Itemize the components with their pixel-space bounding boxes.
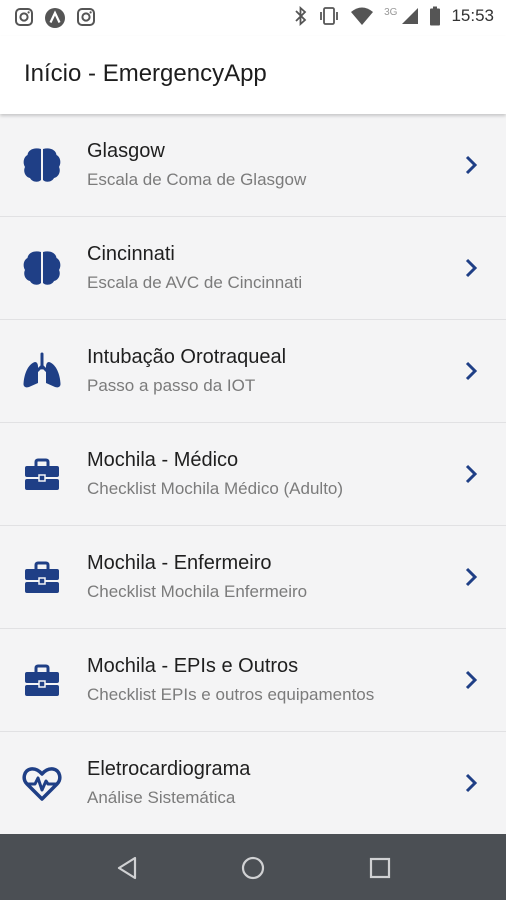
wifi-icon: [351, 7, 374, 25]
menu-item-title: Intubação Orotraqueal: [87, 346, 287, 368]
signal-icon: [402, 8, 419, 24]
menu-item-subtitle: Escala de Coma de Glasgow: [87, 170, 307, 189]
lungs-icon: [23, 352, 61, 388]
brain-icon: [23, 251, 61, 285]
chevron-right-icon: [465, 773, 478, 793]
menu-item-cincinnati[interactable]: Cincinnati Escala de AVC de Cincinnati: [0, 217, 506, 320]
menu-item-intubacao[interactable]: Intubação Orotraqueal Passo a passo da I…: [0, 320, 506, 423]
navigation-bar: [0, 834, 506, 900]
chevron-right-icon: [465, 464, 478, 484]
toolbox-icon: [25, 561, 59, 593]
menu-item-title: Cincinnati: [87, 243, 175, 265]
menu-item-mochila-enfermeiro[interactable]: Mochila - Enfermeiro Checklist Mochila E…: [0, 526, 506, 629]
chevron-right-icon: [465, 155, 478, 175]
bluetooth-icon: [295, 6, 307, 26]
menu-item-subtitle: Checklist Mochila Médico (Adulto): [87, 479, 344, 498]
heartbeat-icon: [22, 767, 62, 801]
network-type: 3G: [384, 6, 398, 18]
status-bar: 3G 15:53: [0, 0, 506, 36]
app-a-icon: [45, 8, 65, 28]
recents-icon[interactable]: [366, 854, 394, 882]
system-icons: 3G 15:53: [294, 6, 494, 26]
menu-item-title: Glasgow: [87, 140, 165, 162]
toolbox-icon: [25, 458, 59, 490]
home-icon[interactable]: [239, 854, 267, 882]
menu-item-glasgow[interactable]: Glasgow Escala de Coma de Glasgow: [0, 114, 506, 217]
notification-icons: [14, 7, 96, 29]
instagram-icon: [15, 8, 33, 26]
app-bar: Início - EmergencyApp: [0, 36, 506, 114]
menu-item-subtitle: Análise Sistemática: [87, 788, 236, 807]
menu-item-subtitle: Passo a passo da IOT: [87, 376, 256, 395]
vibrate-icon: [320, 7, 339, 25]
clock: 15:53: [451, 6, 494, 25]
page-title: Início - EmergencyApp: [24, 60, 267, 87]
menu-list: Glasgow Escala de Coma de Glasgow Cincin…: [0, 114, 506, 834]
battery-icon: [430, 6, 441, 26]
menu-item-mochila-epis[interactable]: Mochila - EPIs e Outros Checklist EPIs e…: [0, 629, 506, 732]
menu-item-title: Mochila - EPIs e Outros: [87, 655, 299, 677]
menu-item-eletrocardiograma[interactable]: Eletrocardiograma Análise Sistemática: [0, 732, 506, 834]
toolbox-icon: [25, 664, 59, 696]
chevron-right-icon: [465, 258, 478, 278]
menu-item-title: Mochila - Médico: [87, 449, 239, 471]
chevron-right-icon: [465, 670, 478, 690]
menu-item-subtitle: Escala de AVC de Cincinnati: [87, 273, 303, 292]
menu-item-title: Eletrocardiograma: [87, 758, 251, 780]
menu-item-mochila-medico[interactable]: Mochila - Médico Checklist Mochila Médic…: [0, 423, 506, 526]
instagram-icon: [77, 8, 95, 26]
menu-item-title: Mochila - Enfermeiro: [87, 552, 272, 574]
menu-item-subtitle: Checklist EPIs e outros equipamentos: [87, 685, 375, 704]
back-icon[interactable]: [113, 854, 141, 882]
chevron-right-icon: [465, 567, 478, 587]
chevron-right-icon: [465, 361, 478, 381]
menu-item-subtitle: Checklist Mochila Enfermeiro: [87, 582, 308, 601]
brain-icon: [23, 148, 61, 182]
